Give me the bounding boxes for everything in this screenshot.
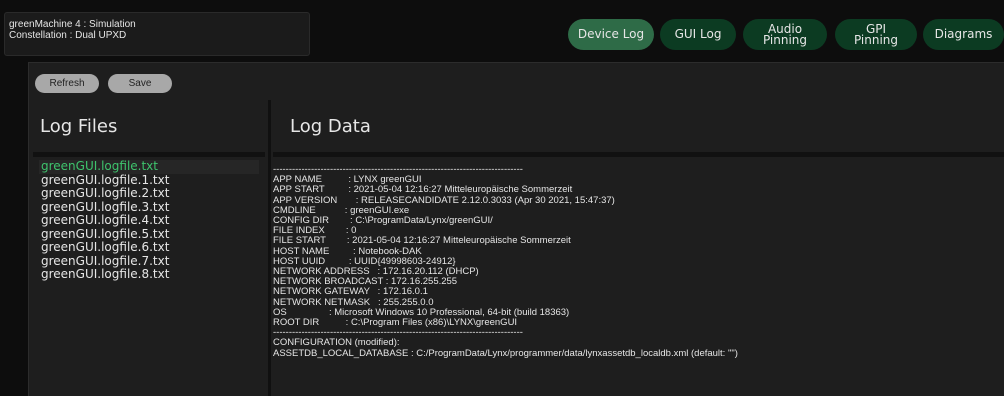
device-info-box: greenMachine 4 : Simulation Constellatio… bbox=[4, 12, 310, 56]
tab-audio-pinning-label-2: Pinning bbox=[762, 32, 808, 47]
log-file-item[interactable]: greenGUI.logfile.2.txt bbox=[39, 186, 265, 201]
top-bar: greenMachine 4 : Simulation Constellatio… bbox=[0, 0, 1004, 62]
log-file-item[interactable]: greenGUI.logfile.4.txt bbox=[39, 213, 265, 228]
log-data-text: ----------------------------------------… bbox=[273, 157, 1004, 359]
tab-device-log[interactable]: Device Log bbox=[568, 19, 654, 50]
log-data-panel: Log Data -------------------------------… bbox=[273, 100, 1004, 396]
log-files-title: Log Files bbox=[40, 115, 118, 137]
log-files-header-separator bbox=[33, 152, 265, 157]
main-content: Refresh Save Log Files greenGUI.logfile.… bbox=[28, 62, 1004, 396]
tab-gui-log-label: GUI Log bbox=[674, 27, 722, 41]
tab-device-log-label: Device Log bbox=[577, 27, 645, 41]
log-data-title: Log Data bbox=[290, 115, 371, 137]
log-file-item[interactable]: greenGUI.logfile.1.txt bbox=[39, 173, 265, 188]
tab-audio-pinning[interactable]: Audio Pinning bbox=[743, 19, 827, 50]
log-file-list: greenGUI.logfile.txt greenGUI.logfile.1.t… bbox=[33, 159, 265, 282]
tab-diagrams-label: Diagrams bbox=[934, 27, 993, 41]
panel-splitter[interactable] bbox=[268, 100, 271, 396]
log-line: ASSETDB_LOCAL_DATABASE : C:/ProgramData/… bbox=[273, 347, 738, 359]
log-file-item[interactable]: greenGUI.logfile.8.txt bbox=[39, 267, 265, 282]
tab-gpi-pinning-label-2: Pinning bbox=[853, 32, 899, 47]
tab-diagrams[interactable]: Diagrams bbox=[923, 19, 1004, 50]
log-file-item[interactable]: greenGUI.logfile.3.txt bbox=[39, 200, 265, 215]
constellation-label: Constellation : Dual UPXD bbox=[9, 30, 127, 41]
refresh-button[interactable]: Refresh bbox=[35, 74, 99, 93]
log-file-item[interactable]: greenGUI.logfile.6.txt bbox=[39, 240, 265, 255]
log-files-panel: Log Files greenGUI.logfile.txt greenGUI.l… bbox=[33, 100, 265, 396]
tab-gui-log[interactable]: GUI Log bbox=[660, 19, 736, 50]
device-name-label: greenMachine 4 : Simulation bbox=[9, 19, 136, 30]
tab-gpi-pinning[interactable]: GPI Pinning bbox=[835, 19, 917, 50]
save-button[interactable]: Save bbox=[108, 74, 172, 93]
log-file-item[interactable]: greenGUI.logfile.5.txt bbox=[39, 227, 265, 242]
log-file-item[interactable]: greenGUI.logfile.7.txt bbox=[39, 254, 265, 269]
log-line: CONFIG DIR : C:\ProgramData/Lynx/greenGU… bbox=[273, 215, 493, 227]
log-file-item[interactable]: greenGUI.logfile.txt bbox=[39, 159, 259, 174]
